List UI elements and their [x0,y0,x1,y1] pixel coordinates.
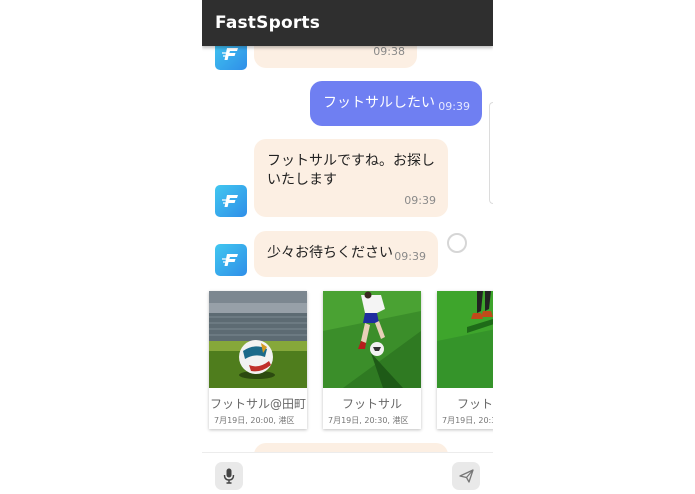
message-text: フットサルしたい [323,95,435,111]
microphone-button[interactable] [215,462,243,490]
event-card[interactable]: フットサ 7月19日, 20:30, 港区 [437,291,493,429]
event-card-image [437,291,493,388]
event-card-image [323,291,421,388]
bot-avatar-icon [215,185,247,217]
input-bar [202,452,493,494]
message-text: 少々お待ちください [267,245,393,261]
app-title: FastSports [215,13,321,33]
message-time: 09:39 [438,100,470,113]
event-card-title: フットサル@田町 [209,397,306,411]
user-message-bubble: フットサルしたい 09:39 [310,81,482,126]
send-icon [458,469,474,483]
message-text-line-2: いたします [267,172,337,188]
message-time: 09:39 [394,250,426,263]
message-time: 09:38 [373,46,405,58]
send-button[interactable] [452,462,480,490]
event-card-subtitle: 7月19日, 20:30, 港区 [328,416,409,425]
bot-avatar-icon [215,46,247,70]
bot-message-bubble: 09:38 [254,46,417,68]
event-card-subtitle: 7月19日, 20:30, 港区 [442,416,493,425]
message-text-line-1: フットサルですね。お探し [267,153,435,169]
chat-area[interactable]: 09:38 フットサルしたい 09:39 フットサルですね。お探し いたします … [202,46,493,452]
scroll-edge [489,102,493,204]
bot-avatar-icon [215,244,247,276]
bot-message-bubble: フットサルですね。お探し いたします 09:39 [254,139,448,217]
message-time: 09:39 [404,194,436,207]
bot-message-bubble [254,443,448,452]
bot-message-bubble: 少々お待ちください 09:39 [254,231,438,277]
loading-indicator [447,233,467,253]
event-card-subtitle: 7月19日, 20:00, 港区 [214,416,295,425]
event-card-title: フットサ [457,397,493,411]
microphone-icon [223,468,235,484]
app-bar: FastSports [202,0,493,46]
event-card[interactable]: フットサル 7月19日, 20:30, 港区 [323,291,421,429]
event-card[interactable]: フットサル@田町 7月19日, 20:00, 港区 [209,291,307,429]
event-card-title: フットサル [341,397,402,411]
phone-screen: FastSports 09:38 フットサルしたい 09:39 フットサルですね… [202,0,493,494]
event-card-image [209,291,307,388]
